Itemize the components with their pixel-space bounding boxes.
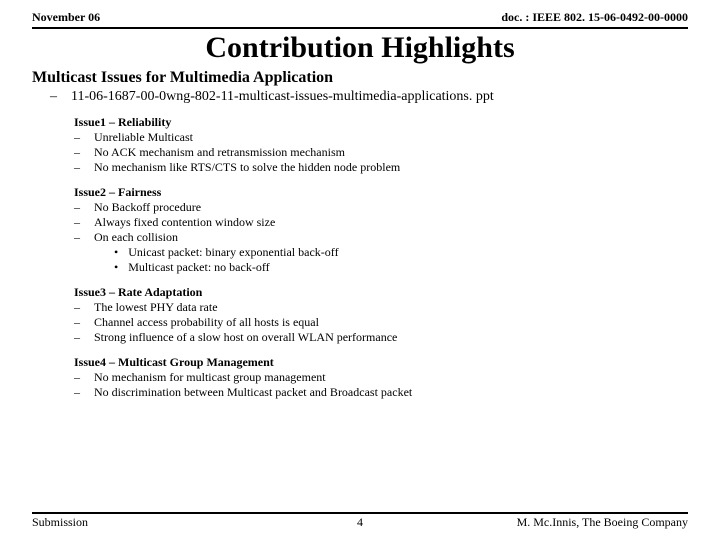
footer: Submission 4 M. Mc.Innis, The Boeing Com… [32, 512, 688, 530]
issue-2: Issue2 – Fairness No Backoff procedure A… [74, 185, 688, 275]
issue-title: Issue2 – Fairness [74, 185, 688, 200]
issue-4: Issue4 – Multicast Group Management No m… [74, 355, 688, 400]
issue-sub: Always fixed contention window size [74, 215, 688, 230]
slide: November 06 doc. : IEEE 802. 15-06-0492-… [0, 0, 720, 540]
subtitle: Multicast Issues for Multimedia Applicat… [32, 69, 688, 87]
header-left: November 06 [32, 10, 100, 25]
issue-sub: No discrimination between Multicast pack… [74, 385, 688, 400]
issue-1: Issue1 – Reliability Unreliable Multicas… [74, 115, 688, 175]
issue-subs: No mechanism for multicast group managem… [74, 370, 688, 400]
issue-sub: No mechanism like RTS/CTS to solve the h… [74, 160, 688, 175]
issue-sub: No mechanism for multicast group managem… [74, 370, 688, 385]
issue-subs: No Backoff procedure Always fixed conten… [74, 200, 688, 245]
header-right: doc. : IEEE 802. 15-06-0492-00-0000 [501, 10, 688, 25]
issue-title: Issue1 – Reliability [74, 115, 688, 130]
issue-sub: The lowest PHY data rate [74, 300, 688, 315]
doc-ref: 11-06-1687-00-0wng-802-11-multicast-issu… [74, 89, 688, 105]
issue-subs: Unreliable Multicast No ACK mechanism an… [74, 130, 688, 175]
issue-bullet: Multicast packet: no back-off [114, 260, 688, 275]
issue-sub: Strong influence of a slow host on overa… [74, 330, 688, 345]
issue-subs: The lowest PHY data rate Channel access … [74, 300, 688, 345]
issue-sub: No ACK mechanism and retransmission mech… [74, 145, 688, 160]
issue-bullet: Unicast packet: binary exponential back-… [114, 245, 688, 260]
page-number: 4 [32, 515, 688, 530]
issue-3: Issue3 – Rate Adaptation The lowest PHY … [74, 285, 688, 345]
issue-sub: No Backoff procedure [74, 200, 688, 215]
issue-sub: Channel access probability of all hosts … [74, 315, 688, 330]
issue-bullets: Unicast packet: binary exponential back-… [114, 245, 688, 275]
issue-title: Issue4 – Multicast Group Management [74, 355, 688, 370]
header: November 06 doc. : IEEE 802. 15-06-0492-… [32, 10, 688, 29]
issue-sub: On each collision [74, 230, 688, 245]
issue-sub: Unreliable Multicast [74, 130, 688, 145]
page-title: Contribution Highlights [32, 31, 688, 65]
issue-title: Issue3 – Rate Adaptation [74, 285, 688, 300]
